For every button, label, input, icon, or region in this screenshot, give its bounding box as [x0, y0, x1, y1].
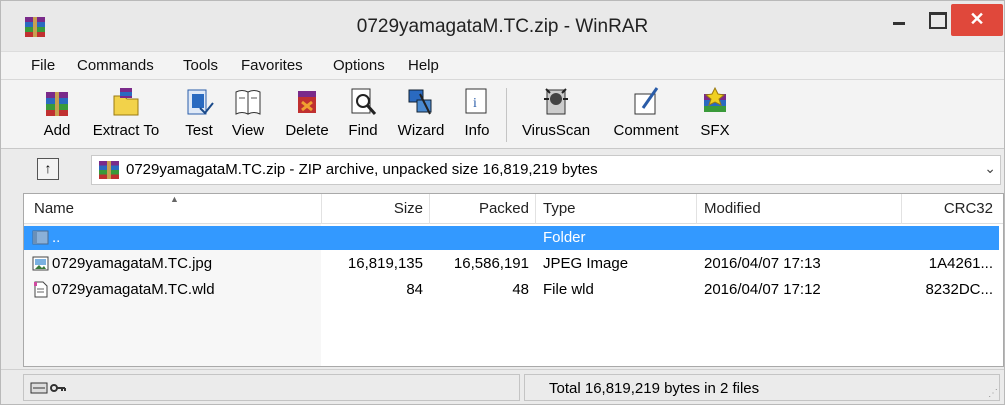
title-bar[interactable]: 0729yamagataM.TC.zip - WinRAR ✕ [1, 1, 1004, 51]
row-size: 84 [406, 281, 423, 298]
comment-button[interactable]: Comment [605, 80, 687, 148]
arrow-up-icon: ↑ [44, 160, 52, 176]
sfx-icon [704, 86, 726, 112]
sfx-label: SFX [700, 122, 730, 139]
extract-to-button[interactable]: Extract To [83, 80, 169, 148]
image-file-icon [32, 256, 49, 271]
column-divider[interactable] [535, 194, 536, 224]
extract-to-label: Extract To [92, 122, 160, 139]
column-header-name[interactable]: Name [28, 194, 80, 224]
menu-favorites[interactable]: Favorites [241, 57, 303, 74]
column-header-modified[interactable]: Modified [698, 194, 767, 224]
table-row-parent-folder[interactable]: .. Folder [24, 226, 999, 250]
row-crc32: 1A4261... [928, 255, 993, 272]
info-button[interactable]: i Info [457, 80, 497, 148]
info-icon: i [465, 88, 487, 114]
comment-label: Comment [613, 122, 679, 139]
row-packed: 48 [512, 281, 529, 298]
row-crc32: 8232DC... [925, 281, 993, 298]
archive-path-text: 0729yamagataM.TC.zip - ZIP archive, unpa… [126, 161, 598, 178]
resize-grip-icon[interactable]: ⋰ [988, 388, 998, 399]
file-list[interactable]: Name ▲ Size Packed Type Modified CRC32 .… [23, 193, 1004, 367]
maximize-button[interactable] [919, 4, 953, 36]
virusscan-button[interactable]: VirusScan [515, 80, 597, 148]
svg-text:i: i [473, 96, 477, 111]
column-header-packed[interactable]: Packed [429, 194, 535, 224]
find-button[interactable]: Find [343, 80, 383, 148]
close-icon: ✕ [969, 9, 985, 29]
close-button[interactable]: ✕ [951, 4, 1003, 36]
column-header-type[interactable]: Type [537, 194, 582, 224]
row-type: File wld [543, 281, 594, 298]
up-one-level-button[interactable]: ↑ [37, 158, 59, 180]
sort-ascending-icon: ▲ [170, 194, 179, 204]
menu-commands[interactable]: Commands [77, 57, 154, 74]
drive-key-icon[interactable] [30, 380, 68, 396]
toolbar-separator [506, 88, 507, 142]
row-packed: 16,586,191 [453, 255, 529, 272]
winrar-window: 0729yamagataM.TC.zip - WinRAR ✕ File Com… [0, 0, 1005, 405]
view-label: View [231, 122, 265, 139]
text-file-icon [34, 281, 48, 298]
test-label: Test [185, 122, 213, 139]
status-right-pane: Total 16,819,219 bytes in 2 files ⋰ [524, 374, 1000, 401]
row-type: JPEG Image [543, 255, 629, 272]
status-bar: Total 16,819,219 bytes in 2 files ⋰ [1, 369, 1004, 404]
status-total-text: Total 16,819,219 bytes in 2 files [549, 380, 760, 397]
archive-path-combobox[interactable]: 0729yamagataM.TC.zip - ZIP archive, unpa… [91, 155, 1001, 185]
sfx-button[interactable]: SFX [695, 80, 735, 148]
row-name: 0729yamagataM.TC.jpg [52, 255, 213, 272]
row-size: 16,819,135 [347, 255, 423, 272]
folder-icon [32, 230, 49, 245]
delete-button[interactable]: Delete [277, 80, 337, 148]
table-row-wld[interactable]: 0729yamagataM.TC.wld 84 48 File wld 2016… [24, 278, 999, 302]
path-bar: ↑ 0729yamagataM.TC.zip - ZIP archive, un… [1, 150, 1004, 190]
toolbar: Add Extract To Test View Delete Find Wiz… [1, 79, 1004, 149]
row-type: Folder [543, 229, 586, 246]
status-left-pane [23, 374, 520, 401]
info-label: Info [464, 122, 490, 139]
menu-tools[interactable]: Tools [183, 57, 218, 74]
window-title: 0729yamagataM.TC.zip - WinRAR [356, 16, 649, 37]
virusscan-icon [544, 88, 568, 115]
view-button[interactable]: View [225, 80, 271, 148]
list-header: Name ▲ Size Packed Type Modified CRC32 [24, 194, 1003, 224]
archive-icon [99, 161, 119, 179]
table-row-jpg[interactable]: 0729yamagataM.TC.jpg 16,819,135 16,586,1… [24, 252, 999, 276]
delete-icon [298, 91, 316, 113]
add-icon [46, 92, 68, 116]
row-name: 0729yamagataM.TC.wld [52, 281, 215, 298]
row-modified: 2016/04/07 17:12 [704, 281, 821, 298]
comment-icon [634, 87, 659, 115]
add-button[interactable]: Add [35, 80, 79, 148]
minimize-button[interactable] [879, 4, 919, 36]
chevron-down-icon[interactable]: ⌄ [984, 160, 996, 177]
delete-label: Delete [285, 122, 329, 139]
virusscan-label: VirusScan [521, 122, 591, 139]
add-label: Add [43, 122, 71, 139]
row-name: .. [52, 229, 61, 246]
find-icon [351, 88, 377, 115]
column-header-crc32[interactable]: CRC32 [901, 194, 999, 224]
extract-to-icon [113, 88, 139, 116]
wizard-label: Wizard [397, 122, 445, 139]
menu-file[interactable]: File [31, 57, 55, 74]
menu-bar: File Commands Tools Favorites Options He… [1, 51, 1004, 79]
test-button[interactable]: Test [177, 80, 221, 148]
wizard-icon [408, 89, 432, 115]
column-header-size[interactable]: Size [321, 194, 429, 224]
view-icon [235, 90, 261, 115]
find-label: Find [348, 122, 378, 139]
test-icon [187, 89, 214, 115]
menu-options[interactable]: Options [333, 57, 385, 74]
column-divider[interactable] [696, 194, 697, 224]
wizard-button[interactable]: Wizard [391, 80, 451, 148]
menu-help[interactable]: Help [408, 57, 439, 74]
row-modified: 2016/04/07 17:13 [704, 255, 821, 272]
